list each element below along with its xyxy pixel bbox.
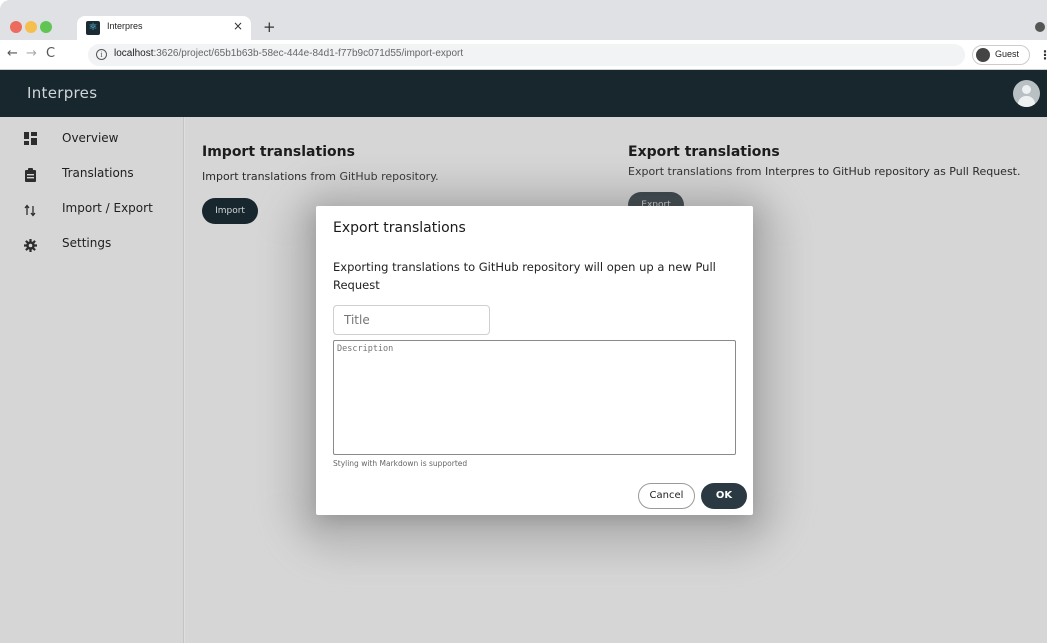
export-dialog: Export translations Exporting translatio… <box>316 206 753 515</box>
modal-backdrop[interactable]: Export translations Exporting translatio… <box>0 0 1047 643</box>
cancel-button[interactable]: Cancel <box>638 483 695 509</box>
markdown-helper-text: Styling with Markdown is supported <box>333 459 468 468</box>
title-input[interactable] <box>333 305 490 335</box>
browser-window: ⚛ Interpres × + ← → C i localhost:3626/p… <box>0 0 1047 643</box>
ok-button[interactable]: OK <box>701 483 747 509</box>
dialog-message: Exporting translations to GitHub reposit… <box>333 260 716 292</box>
dialog-title: Export translations <box>333 220 466 236</box>
description-textarea[interactable] <box>333 340 736 455</box>
